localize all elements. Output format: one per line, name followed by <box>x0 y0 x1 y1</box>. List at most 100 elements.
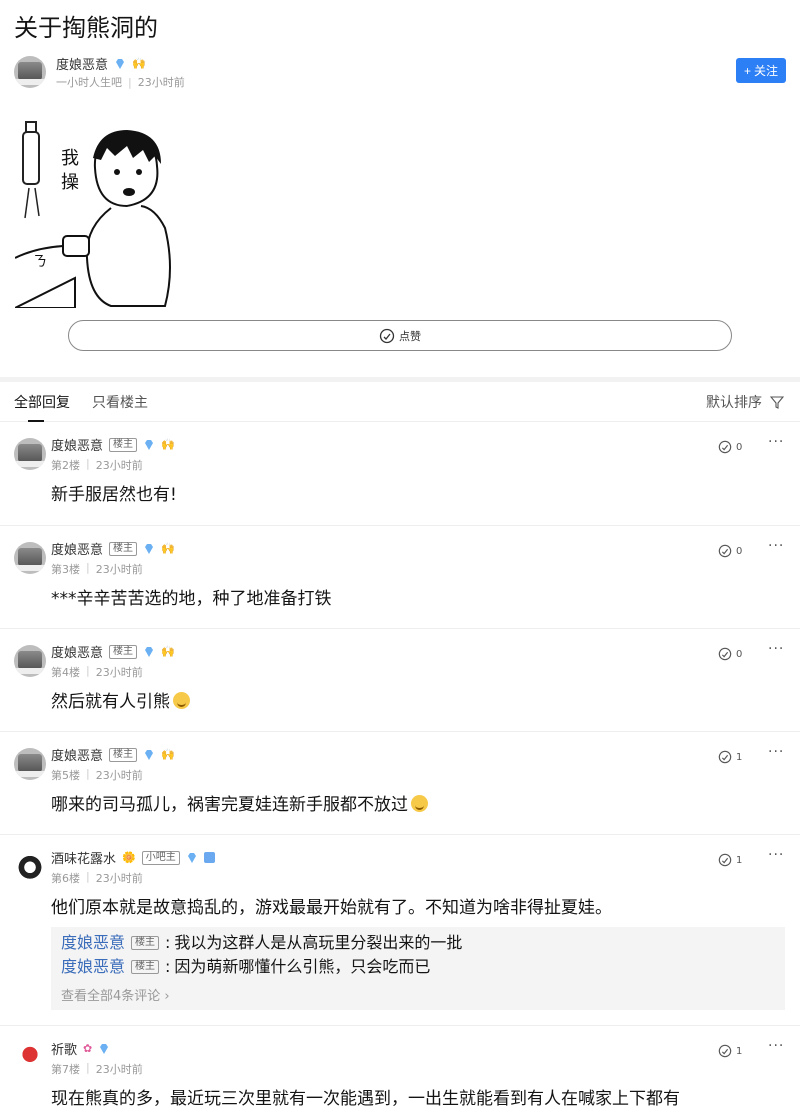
like-icon <box>718 750 732 764</box>
diamond-icon <box>145 439 154 450</box>
reply-avatar[interactable] <box>14 748 46 780</box>
op-badge: 楼主 <box>109 644 138 659</box>
reply-floor: 第6楼 <box>51 872 80 885</box>
reply-author[interactable]: 度娘恶意 <box>51 745 103 764</box>
reply-author[interactable]: 酒味花露水 <box>51 848 116 867</box>
bar-name[interactable]: 一小时人生吧 <box>56 74 122 90</box>
reply-avatar[interactable] <box>14 438 46 470</box>
like-icon <box>718 544 732 558</box>
reply-like-button[interactable]: 0 <box>718 440 742 454</box>
sort-label: 默认排序 <box>706 395 762 411</box>
reply-like-button[interactable]: 0 <box>718 647 742 661</box>
follow-label: 关注 <box>753 64 778 78</box>
reply-avatar[interactable] <box>14 1042 46 1074</box>
reply-author[interactable]: 度娘恶意 <box>51 539 103 558</box>
reply-text: 现在熊真的多，最近玩三次里就有一次能遇到，一出生就能看到有人在喊家上下都有 <box>51 1089 680 1109</box>
svg-text:ㄋ: ㄋ <box>33 254 47 270</box>
reply-item: 酒味花露水 🌼 小吧主 第6楼 | 23小时前 他们原本就是故意捣乱的，游戏最最… <box>0 835 800 1026</box>
image-text-1: 我 <box>61 148 79 169</box>
diamond-icon <box>145 749 154 760</box>
reply-time: 23小时前 <box>95 769 143 782</box>
op-badge: 楼主 <box>109 541 138 556</box>
reply-like-button[interactable]: 0 <box>718 544 742 558</box>
reply-tabs: 全部回复 只看楼主 默认排序 <box>0 382 800 422</box>
sub-comment-text: 我以为这群人是从高玩里分裂出来的一批 <box>174 933 463 952</box>
reply-text: ***辛辛苦苦选的地，种了地准备打铁 <box>51 589 332 609</box>
reply-item: 度娘恶意 楼主 🙌 第2楼 | 23小时前 新手服居然也有! 0 ··· <box>0 422 800 526</box>
follow-button[interactable]: + 关注 <box>735 58 786 83</box>
reply-like-count: 1 <box>736 854 743 866</box>
reply-like-count: 1 <box>736 751 743 763</box>
member-icon <box>203 852 215 863</box>
author-name[interactable]: 度娘恶意 <box>56 54 108 73</box>
post-title: 关于掏熊洞的 <box>14 14 158 42</box>
reply-avatar[interactable] <box>14 645 46 677</box>
view-all-comments-link[interactable]: 查看全部4条评论 › <box>61 985 775 1004</box>
sub-comment-author[interactable]: 度娘恶意 <box>61 955 125 979</box>
reply-avatar[interactable] <box>14 851 46 883</box>
reply-like-button[interactable]: 1 <box>718 1044 742 1058</box>
op-badge: 楼主 <box>131 936 160 950</box>
more-icon[interactable]: ··· <box>768 538 784 554</box>
reply-floor: 第7楼 <box>51 1063 80 1076</box>
reply-time: 23小时前 <box>95 563 143 576</box>
hands-icon: 🙌 <box>161 438 175 451</box>
reply-text: 他们原本就是故意捣乱的，游戏最最开始就有了。不知道为啥非得扯夏娃。 <box>51 898 612 918</box>
more-icon[interactable]: ··· <box>768 847 784 863</box>
diamond-icon <box>116 58 125 69</box>
diamond-icon <box>100 1043 109 1054</box>
reply-avatar[interactable] <box>14 542 46 574</box>
reply-text: 哪来的司马孤儿，祸害完夏娃连新手服都不放过 <box>51 795 408 815</box>
sub-comment: 度娘恶意 楼主 : 因为萌新哪懂什么引熊，只会吃而已 <box>61 955 775 979</box>
meme-image[interactable]: 我 操 ㄋ <box>15 108 177 308</box>
reply-author[interactable]: 度娘恶意 <box>51 642 103 661</box>
image-text-2: 操 <box>61 172 79 193</box>
post-time: 23小时前 <box>137 76 185 89</box>
more-icon[interactable]: ··· <box>768 744 784 760</box>
more-icon[interactable]: ··· <box>768 1038 784 1054</box>
diamond-icon <box>187 852 196 863</box>
sub-comment-text: 因为萌新哪懂什么引熊，只会吃而已 <box>174 957 431 976</box>
reply-like-count: 0 <box>736 545 743 557</box>
chevron-right-icon: › <box>164 989 170 1004</box>
op-badge: 楼主 <box>109 747 138 762</box>
reply-item: 祈歌 ✿ 第7楼 | 23小时前 现在熊真的多，最近玩三次里就有一次能遇到，一出… <box>0 1026 800 1112</box>
diamond-icon <box>145 646 154 657</box>
like-icon <box>379 328 395 343</box>
like-icon <box>718 1044 732 1058</box>
like-icon <box>718 440 732 454</box>
reply-time: 23小时前 <box>95 666 143 679</box>
reply-time: 23小时前 <box>95 872 143 885</box>
reply-like-button[interactable]: 1 <box>718 853 742 867</box>
tab-all-replies[interactable]: 全部回复 <box>14 392 70 412</box>
hands-icon: 🙌 <box>161 748 175 761</box>
meta-separator: | <box>86 1061 90 1074</box>
reply-author[interactable]: 度娘恶意 <box>51 435 103 454</box>
reply-author[interactable]: 祈歌 <box>51 1039 77 1058</box>
tab-op-only[interactable]: 只看楼主 <box>92 392 148 412</box>
moderator-badge: 小吧主 <box>141 850 180 865</box>
reply-text: 然后就有人引熊 <box>51 692 170 712</box>
like-icon <box>718 853 732 867</box>
reply-item: 度娘恶意 楼主 🙌 第4楼 | 23小时前 然后就有人引熊 0 ··· <box>0 629 800 732</box>
filter-icon <box>770 396 784 409</box>
hands-icon: 🙌 <box>161 542 175 555</box>
meta-separator: | <box>86 457 90 470</box>
op-badge: 楼主 <box>109 437 138 452</box>
meta-separator: | <box>128 75 132 89</box>
reply-floor: 第2楼 <box>51 459 80 472</box>
more-icon[interactable]: ··· <box>768 641 784 657</box>
author-avatar[interactable] <box>14 56 46 88</box>
sort-control[interactable]: 默认排序 <box>706 392 784 412</box>
flower-icon: 🌼 <box>122 851 136 864</box>
more-icon[interactable]: ··· <box>768 434 784 450</box>
meta-separator: | <box>86 767 90 780</box>
reply-item: 度娘恶意 楼主 🙌 第5楼 | 23小时前 哪来的司马孤儿，祸害完夏娃连新手服都… <box>0 732 800 835</box>
post-author: 度娘恶意 🙌 一小时人生吧 | 23小时前 + 关注 <box>14 54 786 90</box>
meta-separator: | <box>86 870 90 883</box>
like-button[interactable]: 点赞 <box>68 320 732 351</box>
reply-like-button[interactable]: 1 <box>718 750 742 764</box>
sub-comment-author[interactable]: 度娘恶意 <box>61 931 125 955</box>
reply-like-count: 0 <box>736 648 743 660</box>
reply-time: 23小时前 <box>95 459 143 472</box>
